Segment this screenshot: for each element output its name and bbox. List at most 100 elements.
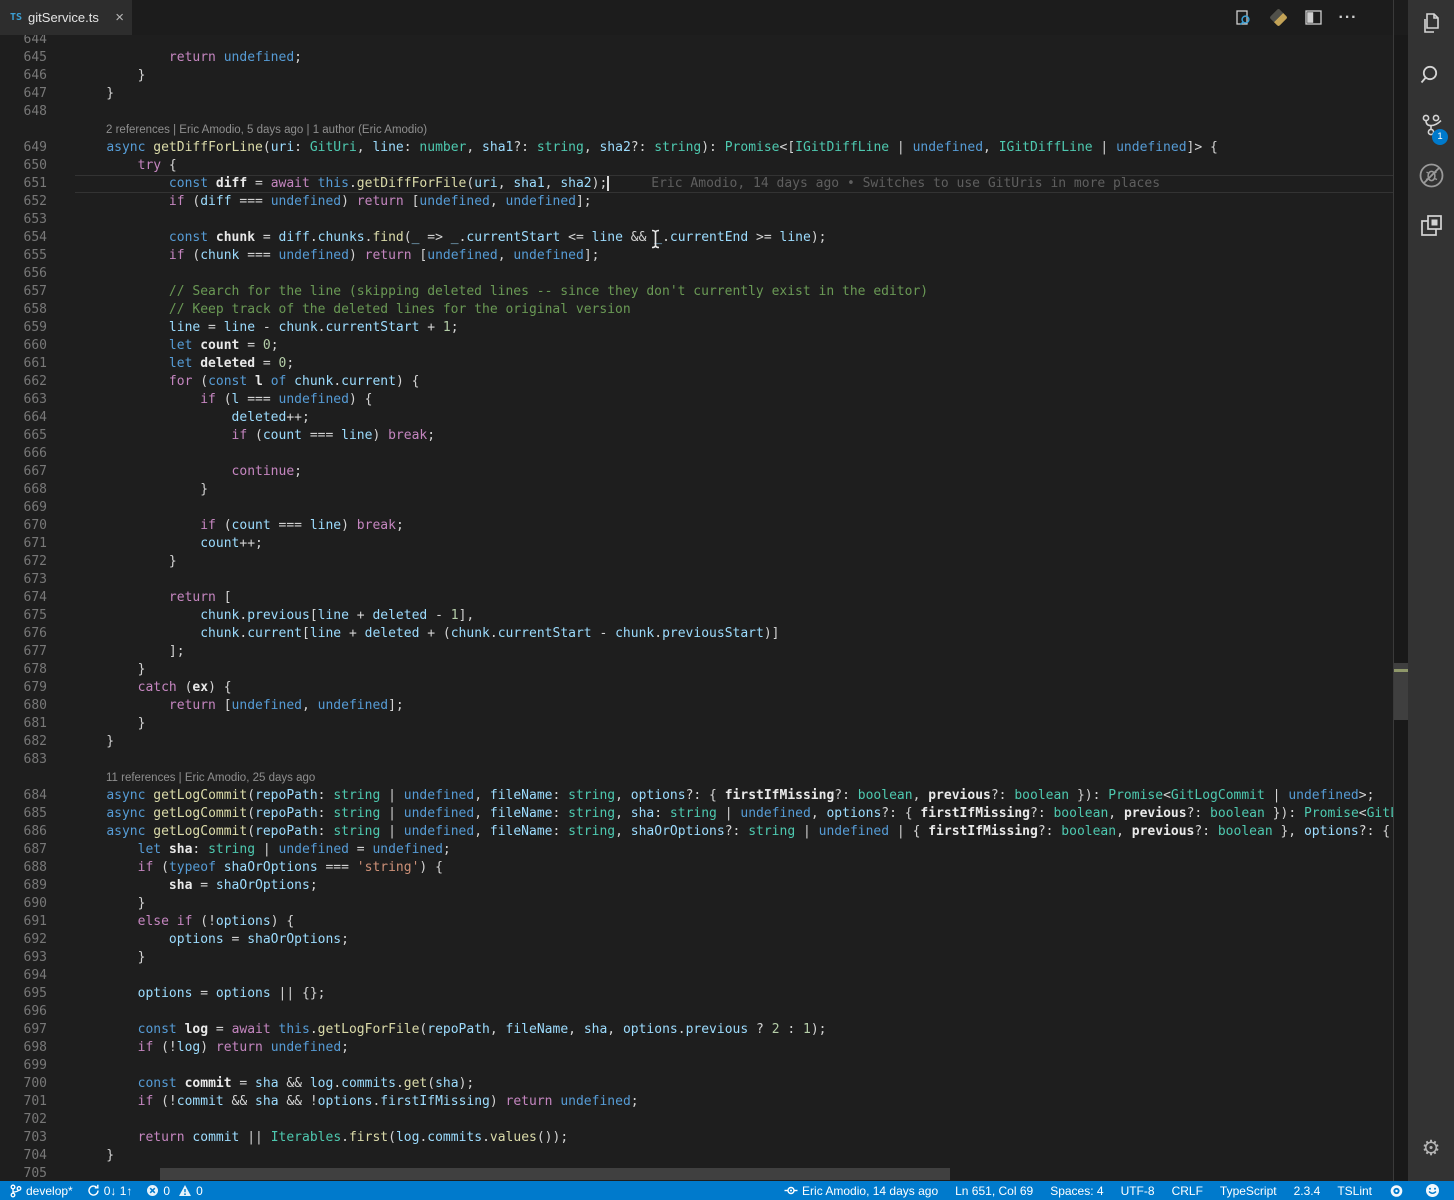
line-number[interactable]: 684 <box>0 787 47 805</box>
line-number[interactable]: 677 <box>0 643 47 661</box>
line-content[interactable]: } <box>75 1147 1393 1165</box>
line-content[interactable]: } <box>75 715 1393 733</box>
line-number[interactable]: 669 <box>0 499 47 517</box>
line-content[interactable]: ]; <box>75 643 1393 661</box>
line-number[interactable]: 663 <box>0 391 47 409</box>
sync-status[interactable]: 0↓ 1↑ <box>87 1184 132 1198</box>
line-number[interactable]: 700 <box>0 1075 47 1093</box>
gitlens-icon[interactable] <box>1268 8 1288 28</box>
line-number[interactable]: 652 <box>0 193 47 211</box>
line-number[interactable]: 644 <box>0 35 47 49</box>
line-content[interactable] <box>75 499 1393 517</box>
line-number[interactable]: 647 <box>0 85 47 103</box>
feedback-smiley-icon[interactable] <box>1425 1183 1444 1198</box>
settings-gear-icon[interactable]: ⚙ <box>1408 1123 1454 1173</box>
line-number[interactable]: 659 <box>0 319 47 337</box>
line-number[interactable]: 682 <box>0 733 47 751</box>
line-number[interactable]: 667 <box>0 463 47 481</box>
codelens-link[interactable]: 2 references | Eric Amodio, 5 days ago |… <box>75 121 1393 139</box>
sidebar-item-explorer[interactable] <box>1408 0 1454 50</box>
line-content[interactable] <box>75 1057 1393 1075</box>
line-number[interactable]: 673 <box>0 571 47 589</box>
line-number[interactable]: 676 <box>0 625 47 643</box>
line-number[interactable]: 650 <box>0 157 47 175</box>
line-number[interactable]: 670 <box>0 517 47 535</box>
line-number[interactable]: 697 <box>0 1021 47 1039</box>
line-content[interactable] <box>75 211 1393 229</box>
line-content[interactable] <box>75 103 1393 121</box>
line-content[interactable]: line = line - chunk.currentStart + 1; <box>75 319 1393 337</box>
line-content[interactable]: return [ <box>75 589 1393 607</box>
line-content[interactable]: async getLogCommit(repoPath: string | un… <box>75 823 1393 841</box>
line-number[interactable]: 662 <box>0 373 47 391</box>
line-content[interactable]: catch (ex) { <box>75 679 1393 697</box>
line-content[interactable] <box>75 1111 1393 1129</box>
line-content[interactable]: if (l === undefined) { <box>75 391 1393 409</box>
line-number[interactable]: 693 <box>0 949 47 967</box>
line-content[interactable]: // Search for the line (skipping deleted… <box>75 283 1393 301</box>
line-number[interactable]: 691 <box>0 913 47 931</box>
line-number[interactable]: 678 <box>0 661 47 679</box>
line-content[interactable]: } <box>75 733 1393 751</box>
line-number[interactable]: 699 <box>0 1057 47 1075</box>
line-content[interactable] <box>75 967 1393 985</box>
blame-status[interactable]: Eric Amodio, 14 days ago <box>784 1184 938 1198</box>
ts-version-status[interactable]: 2.3.4 <box>1294 1184 1321 1198</box>
line-number[interactable]: 668 <box>0 481 47 499</box>
eye-icon[interactable] <box>1389 1184 1408 1198</box>
line-content[interactable]: count++; <box>75 535 1393 553</box>
line-number[interactable]: 704 <box>0 1147 47 1165</box>
sidebar-item-source-control[interactable]: 1 <box>1408 100 1454 150</box>
close-icon[interactable]: × <box>115 10 124 25</box>
horizontal-scrollbar-thumb[interactable] <box>160 1168 950 1180</box>
line-content[interactable] <box>75 445 1393 463</box>
line-content[interactable]: const log = await this.getLogForFile(rep… <box>75 1021 1393 1039</box>
cursor-position[interactable]: Ln 651, Col 69 <box>955 1184 1033 1198</box>
line-number[interactable]: 660 <box>0 337 47 355</box>
line-content[interactable]: const chunk = diff.chunks.find(_ => _.cu… <box>75 229 1393 247</box>
git-branch-status[interactable]: develop* <box>10 1184 73 1198</box>
line-number[interactable]: 664 <box>0 409 47 427</box>
line-number[interactable]: 649 <box>0 139 47 157</box>
line-content[interactable]: if (diff === undefined) return [undefine… <box>75 193 1393 211</box>
line-content[interactable]: return [undefined, undefined]; <box>75 697 1393 715</box>
sidebar-item-search[interactable] <box>1408 50 1454 100</box>
line-number[interactable]: 656 <box>0 265 47 283</box>
line-number[interactable]: 665 <box>0 427 47 445</box>
line-content[interactable]: } <box>75 895 1393 913</box>
line-number[interactable]: 687 <box>0 841 47 859</box>
line-content[interactable]: try { <box>75 157 1393 175</box>
line-content[interactable] <box>75 265 1393 283</box>
line-number[interactable]: 683 <box>0 751 47 769</box>
line-content[interactable]: options = options || {}; <box>75 985 1393 1003</box>
line-content[interactable]: const diff = await this.getDiffForFile(u… <box>75 175 1393 193</box>
line-content[interactable]: } <box>75 481 1393 499</box>
line-content[interactable]: if (count === line) break; <box>75 427 1393 445</box>
line-number[interactable]: 671 <box>0 535 47 553</box>
line-number[interactable]: 680 <box>0 697 47 715</box>
line-number[interactable]: 655 <box>0 247 47 265</box>
open-file-search-icon[interactable] <box>1233 8 1253 28</box>
line-content[interactable]: sha = shaOrOptions; <box>75 877 1393 895</box>
line-number[interactable]: 698 <box>0 1039 47 1057</box>
line-content[interactable]: } <box>75 85 1393 103</box>
split-editor-icon[interactable] <box>1303 8 1323 28</box>
language-status[interactable]: TypeScript <box>1220 1184 1277 1198</box>
line-content[interactable] <box>75 571 1393 589</box>
line-content[interactable] <box>75 1003 1393 1021</box>
line-number[interactable]: 675 <box>0 607 47 625</box>
line-content[interactable]: // Keep track of the deleted lines for t… <box>75 301 1393 319</box>
line-content[interactable]: } <box>75 67 1393 85</box>
tab-gitservice[interactable]: TS gitService.ts × <box>0 0 132 35</box>
line-number[interactable]: 695 <box>0 985 47 1003</box>
line-number[interactable]: 666 <box>0 445 47 463</box>
line-number[interactable]: 654 <box>0 229 47 247</box>
line-number[interactable]: 651 <box>0 175 47 193</box>
line-number[interactable]: 702 <box>0 1111 47 1129</box>
line-content[interactable]: async getDiffForLine(uri: GitUri, line: … <box>75 139 1393 157</box>
line-content[interactable]: async getLogCommit(repoPath: string | un… <box>75 805 1393 823</box>
indentation-status[interactable]: Spaces: 4 <box>1050 1184 1103 1198</box>
line-number[interactable]: 674 <box>0 589 47 607</box>
line-number[interactable]: 658 <box>0 301 47 319</box>
encoding-status[interactable]: UTF-8 <box>1121 1184 1155 1198</box>
